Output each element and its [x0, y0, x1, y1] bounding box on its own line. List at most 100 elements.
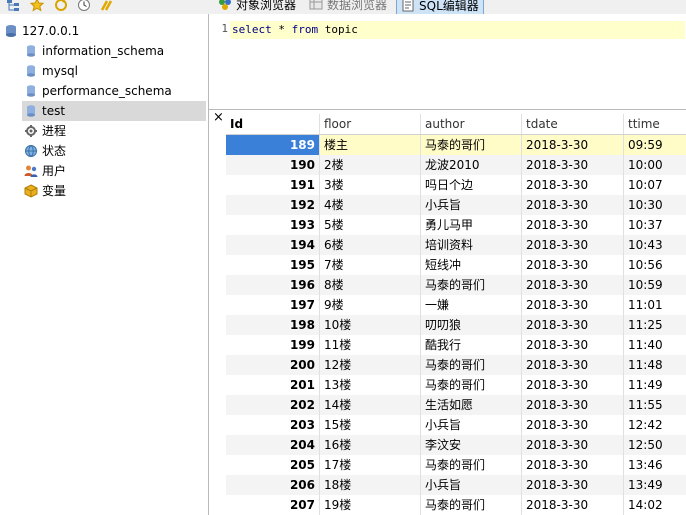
tree-processes-node[interactable]: 进程 [24, 121, 204, 141]
object-browser-button[interactable]: 对象浏览器 [214, 0, 300, 14]
cell-ttime[interactable]: 10:37 [624, 215, 686, 235]
cell-id[interactable]: 189 [226, 135, 320, 155]
cell-id[interactable]: 204 [226, 435, 320, 455]
cell-ttime[interactable]: 11:48 [624, 355, 686, 375]
column-header-floor[interactable]: floor [320, 114, 421, 134]
cell-ttime[interactable]: 10:43 [624, 235, 686, 255]
cell-tdate[interactable]: 2018-3-30 [522, 255, 624, 275]
close-results-icon[interactable]: × [213, 111, 224, 125]
cell-tdate[interactable]: 2018-3-30 [522, 395, 624, 415]
cell-id[interactable]: 190 [226, 155, 320, 175]
table-row[interactable]: 197 9楼 一嫌 2018-3-30 11:01 [226, 295, 686, 315]
cell-id[interactable]: 198 [226, 315, 320, 335]
cell-floor[interactable]: 12楼 [320, 355, 421, 375]
refresh-icon[interactable] [54, 0, 68, 12]
connection-tree-icon[interactable] [6, 0, 20, 12]
cell-ttime[interactable]: 11:55 [624, 395, 686, 415]
column-header-tdate[interactable]: tdate [522, 114, 624, 134]
cell-floor[interactable]: 2楼 [320, 155, 421, 175]
table-row[interactable]: 203 15楼 小兵旨 2018-3-30 12:42 [226, 415, 686, 435]
cell-floor[interactable]: 13楼 [320, 375, 421, 395]
sql-editor[interactable]: 1 select * from topic [209, 14, 686, 110]
table-row[interactable]: 202 14楼 生活如愿 2018-3-30 11:55 [226, 395, 686, 415]
data-browser-button[interactable]: 数据浏览器 [305, 0, 391, 14]
cell-id[interactable]: 202 [226, 395, 320, 415]
cell-floor[interactable]: 3楼 [320, 175, 421, 195]
table-row[interactable]: 198 10楼 叨叨狼 2018-3-30 11:25 [226, 315, 686, 335]
cell-author[interactable]: 酷我行 [421, 335, 522, 355]
cell-floor[interactable]: 8楼 [320, 275, 421, 295]
cell-floor[interactable]: 17楼 [320, 455, 421, 475]
cell-floor[interactable]: 7楼 [320, 255, 421, 275]
table-row[interactable]: 192 4楼 小兵旨 2018-3-30 10:30 [226, 195, 686, 215]
cell-author[interactable]: 叨叨狼 [421, 315, 522, 335]
table-row[interactable]: 193 5楼 勇儿马甲 2018-3-30 10:37 [226, 215, 686, 235]
cell-author[interactable]: 吗日个边 [421, 175, 522, 195]
tree-status-node[interactable]: 状态 [24, 141, 204, 161]
cell-ttime[interactable]: 09:59 [624, 135, 686, 155]
cell-floor[interactable]: 9楼 [320, 295, 421, 315]
cell-id[interactable]: 201 [226, 375, 320, 395]
table-row[interactable]: 191 3楼 吗日个边 2018-3-30 10:07 [226, 175, 686, 195]
cell-author[interactable]: 短线冲 [421, 255, 522, 275]
sql-editor-button[interactable]: SQL编辑器 [396, 0, 484, 14]
cell-floor[interactable]: 15楼 [320, 415, 421, 435]
table-row[interactable]: 206 18楼 小兵旨 2018-3-30 13:49 [226, 475, 686, 495]
table-row[interactable]: 201 13楼 马泰的哥们 2018-3-30 11:49 [226, 375, 686, 395]
cell-tdate[interactable]: 2018-3-30 [522, 295, 624, 315]
cell-author[interactable]: 李汶安 [421, 435, 522, 455]
cell-ttime[interactable]: 13:49 [624, 475, 686, 495]
cell-floor[interactable]: 4楼 [320, 195, 421, 215]
cell-ttime[interactable]: 10:56 [624, 255, 686, 275]
cell-id[interactable]: 203 [226, 415, 320, 435]
cell-ttime[interactable]: 10:07 [624, 175, 686, 195]
tree-db-test[interactable]: test [22, 101, 206, 121]
cell-author[interactable]: 马泰的哥们 [421, 135, 522, 155]
cell-id[interactable]: 205 [226, 455, 320, 475]
cell-author[interactable]: 一嫌 [421, 295, 522, 315]
cell-id[interactable]: 206 [226, 475, 320, 495]
cell-tdate[interactable]: 2018-3-30 [522, 415, 624, 435]
cell-id[interactable]: 196 [226, 275, 320, 295]
table-row[interactable]: 204 16楼 李汶安 2018-3-30 12:50 [226, 435, 686, 455]
cell-author[interactable]: 马泰的哥们 [421, 275, 522, 295]
cell-id[interactable]: 197 [226, 295, 320, 315]
cell-author[interactable]: 马泰的哥们 [421, 355, 522, 375]
favorites-star-icon[interactable] [30, 0, 44, 12]
cell-tdate[interactable]: 2018-3-30 [522, 455, 624, 475]
sql-code-line[interactable]: select * from topic [230, 21, 685, 39]
cell-ttime[interactable]: 10:00 [624, 155, 686, 175]
table-row[interactable]: 196 8楼 马泰的哥们 2018-3-30 10:59 [226, 275, 686, 295]
cell-floor[interactable]: 6楼 [320, 235, 421, 255]
cell-ttime[interactable]: 11:01 [624, 295, 686, 315]
cell-ttime[interactable]: 10:59 [624, 275, 686, 295]
cell-tdate[interactable]: 2018-3-30 [522, 335, 624, 355]
cell-floor[interactable]: 19楼 [320, 495, 421, 515]
table-row[interactable]: 207 19楼 马泰的哥们 2018-3-30 14:02 [226, 495, 686, 515]
tree-users-node[interactable]: 用户 [24, 161, 204, 181]
cell-tdate[interactable]: 2018-3-30 [522, 235, 624, 255]
cell-ttime[interactable]: 12:42 [624, 415, 686, 435]
cell-floor[interactable]: 5楼 [320, 215, 421, 235]
cell-tdate[interactable]: 2018-3-30 [522, 135, 624, 155]
cell-floor[interactable]: 18楼 [320, 475, 421, 495]
cell-tdate[interactable]: 2018-3-30 [522, 155, 624, 175]
cell-id[interactable]: 193 [226, 215, 320, 235]
cell-ttime[interactable]: 11:25 [624, 315, 686, 335]
tree-db-performance-schema[interactable]: performance_schema [24, 81, 204, 101]
tree-variables-node[interactable]: 变量 [24, 181, 204, 201]
table-row[interactable]: 194 6楼 培训资料 2018-3-30 10:43 [226, 235, 686, 255]
cell-author[interactable]: 培训资料 [421, 235, 522, 255]
cell-tdate[interactable]: 2018-3-30 [522, 375, 624, 395]
tree-db-mysql[interactable]: mysql [24, 61, 204, 81]
cell-author[interactable]: 生活如愿 [421, 395, 522, 415]
cell-floor[interactable]: 10楼 [320, 315, 421, 335]
cell-ttime[interactable]: 13:46 [624, 455, 686, 475]
cell-tdate[interactable]: 2018-3-30 [522, 215, 624, 235]
cell-author[interactable]: 小兵旨 [421, 195, 522, 215]
cell-tdate[interactable]: 2018-3-30 [522, 315, 624, 335]
cell-tdate[interactable]: 2018-3-30 [522, 495, 624, 515]
cell-id[interactable]: 200 [226, 355, 320, 375]
cell-ttime[interactable]: 12:50 [624, 435, 686, 455]
cell-floor[interactable]: 楼主 [320, 135, 421, 155]
